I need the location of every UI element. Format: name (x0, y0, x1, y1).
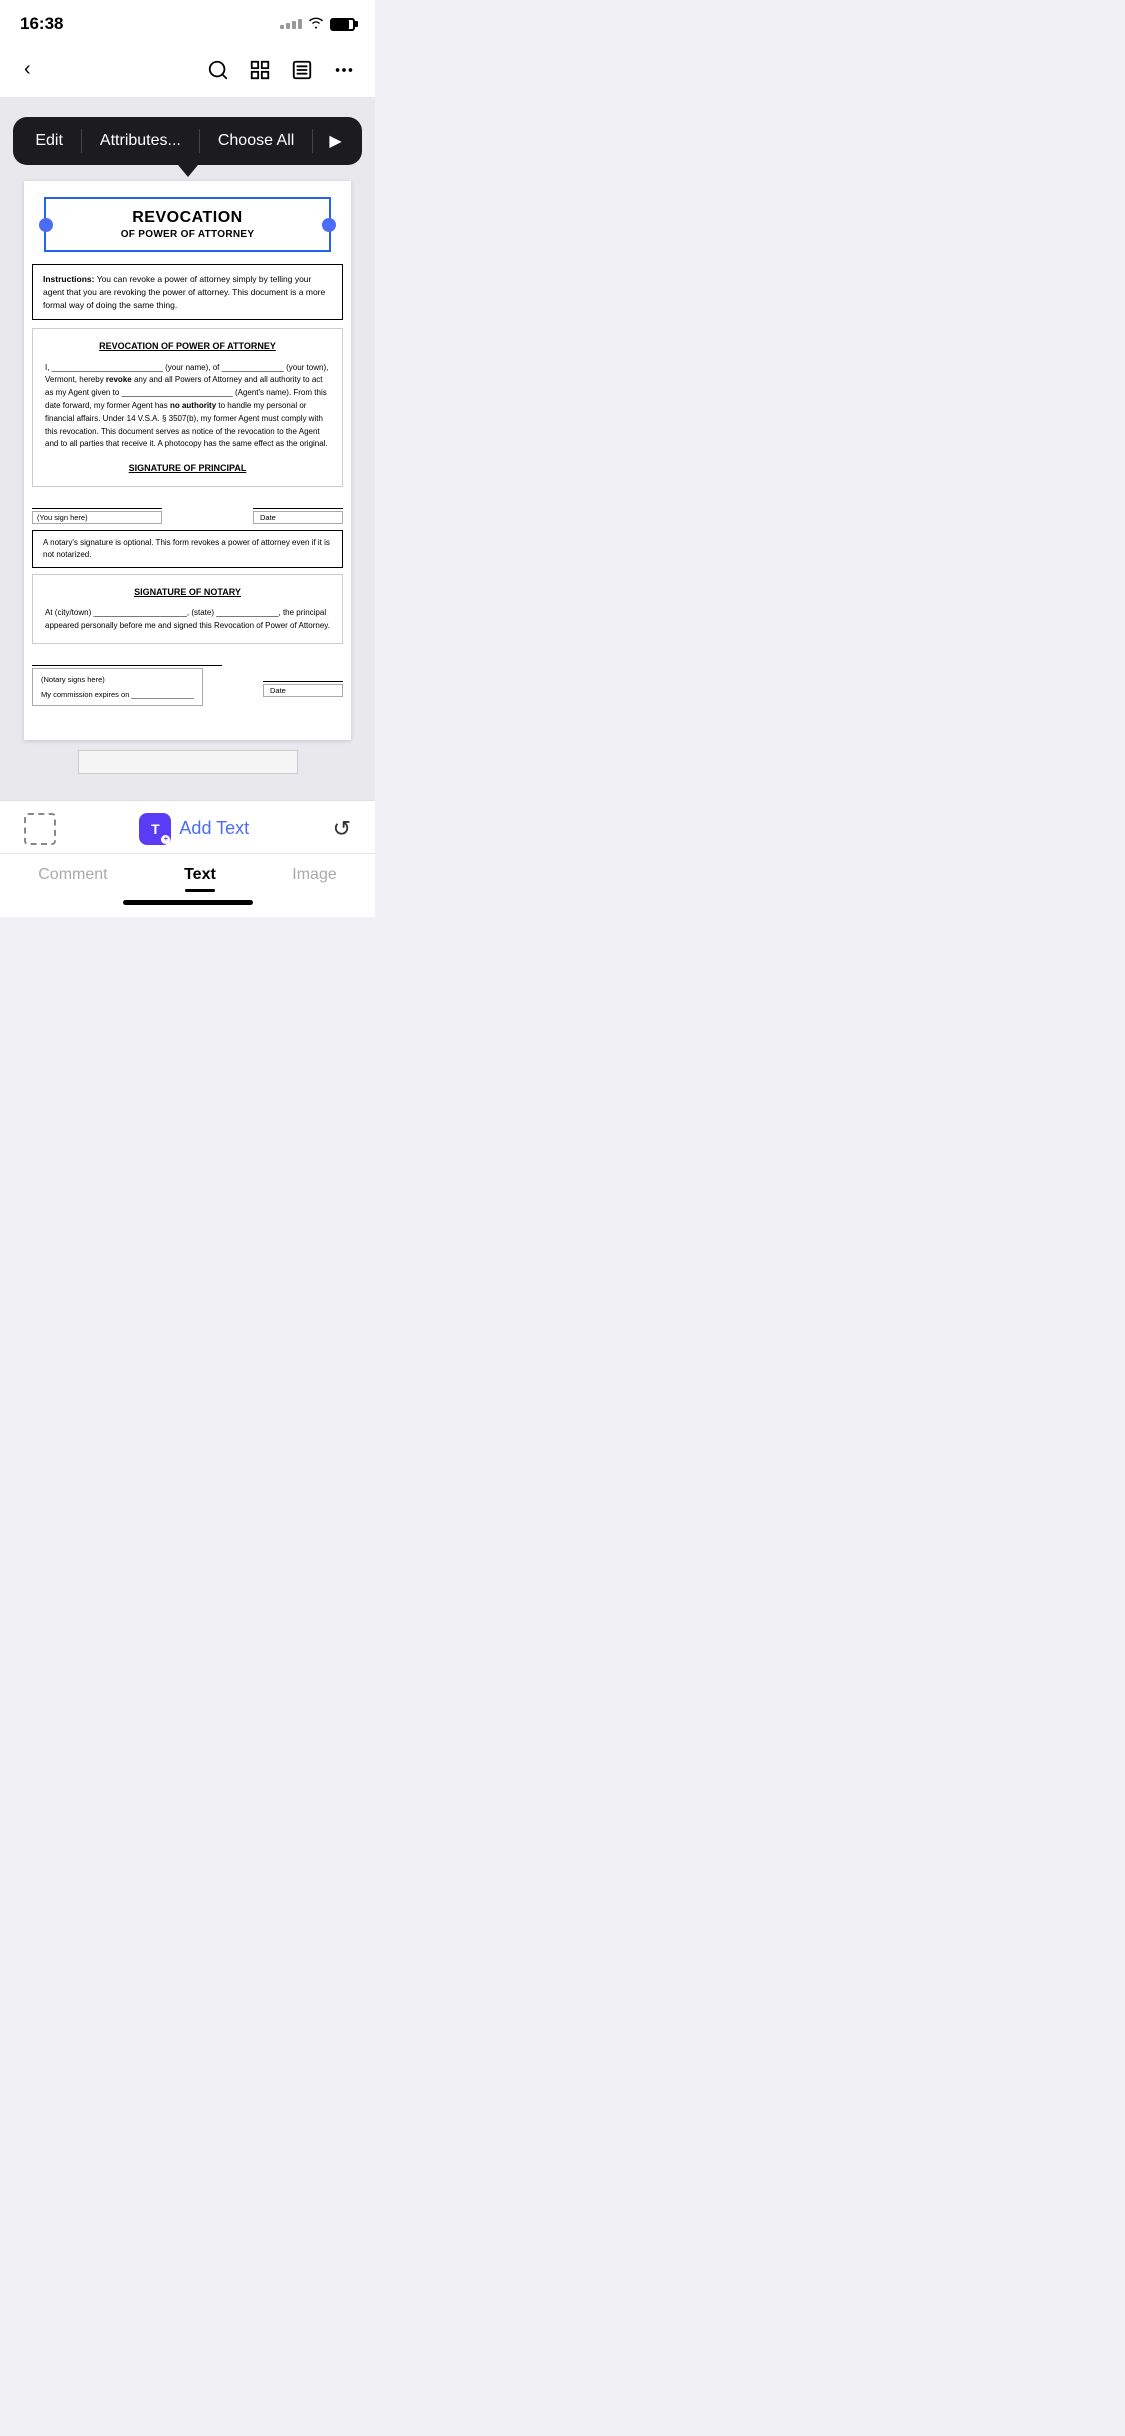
tab-active-indicator (185, 889, 215, 892)
menu-pointer (178, 165, 198, 177)
list-icon (291, 59, 313, 81)
grid-button[interactable] (249, 59, 271, 81)
signal-icon (280, 19, 302, 29)
body-paragraph: I, _________________________ (your name)… (45, 362, 330, 452)
notary-note-box: A notary's signature is optional. This f… (32, 530, 343, 568)
notary-signs-label: (Notary signs here) (41, 675, 194, 684)
wifi-icon (308, 16, 324, 32)
context-menu-area: Edit Attributes... Choose All ▶ REVOCATI… (0, 97, 375, 740)
instructions-box: Instructions: You can revoke a power of … (32, 264, 343, 320)
home-bar (123, 900, 253, 905)
tab-bar: Comment Text Image (0, 853, 375, 892)
document-page: REVOCATION OF POWER OF ATTORNEY Instruct… (24, 181, 351, 740)
add-text-icon-letter: T (151, 822, 160, 836)
main-section-title: REVOCATION OF POWER OF ATTORNEY (45, 339, 330, 353)
more-icon (333, 59, 355, 81)
signature-notary-row: (Notary signs here) My commission expire… (32, 652, 343, 706)
home-indicator (0, 892, 375, 917)
undo-button[interactable]: ↺ (333, 816, 351, 842)
notary-section: SIGNATURE OF NOTARY At (city/town) _____… (32, 574, 343, 644)
doc-bottom-space (24, 710, 351, 740)
document-area: REVOCATION OF POWER OF ATTORNEY Instruct… (16, 177, 359, 740)
add-text-label: Add Text (179, 818, 249, 839)
top-nav: ‹ (0, 42, 375, 97)
commission-expires-label: My commission expires on _______________ (41, 690, 194, 699)
selection-handle-left[interactable] (39, 218, 53, 232)
sig-notary-title: SIGNATURE OF NOTARY (45, 585, 330, 599)
context-menu-edit[interactable]: Edit (17, 118, 81, 164)
notary-note-text: A notary's signature is optional. This f… (43, 538, 330, 559)
battery-icon (330, 18, 355, 31)
add-text-icon: T + (139, 813, 171, 845)
context-menu-attributes[interactable]: Attributes... (82, 118, 199, 164)
next-page-hint (78, 750, 298, 774)
context-menu-choose-all[interactable]: Choose All (200, 118, 313, 164)
status-icons (280, 16, 355, 32)
doc-title-sub: OF POWER OF ATTORNEY (54, 229, 321, 240)
search-button[interactable] (207, 59, 229, 81)
status-time: 16:38 (20, 14, 63, 34)
signature-principal-row: (You sign here) Date (32, 495, 343, 524)
bottom-page-area (0, 740, 375, 800)
date-label-notary: Date (263, 684, 343, 697)
context-menu: Edit Attributes... Choose All ▶ (13, 117, 361, 165)
sig-principal-title: SIGNATURE OF PRINCIPAL (45, 461, 330, 475)
more-button[interactable] (333, 59, 355, 81)
tab-text[interactable]: Text (164, 862, 236, 888)
add-text-button[interactable]: T + Add Text (139, 813, 249, 845)
instructions-label: Instructions: (43, 274, 94, 284)
selection-tool-button[interactable] (24, 813, 56, 845)
search-icon (207, 59, 229, 81)
you-sign-here-label: (You sign here) (32, 511, 162, 524)
selection-handle-right[interactable] (322, 218, 336, 232)
back-button[interactable]: ‹ (20, 54, 35, 85)
context-menu-play[interactable]: ▶ (313, 117, 357, 165)
main-doc-box: REVOCATION OF POWER OF ATTORNEY I, _____… (32, 328, 343, 486)
bottom-toolbar: T + Add Text ↺ (0, 800, 375, 853)
date-label-principal: Date (253, 511, 343, 524)
tab-image[interactable]: Image (272, 862, 356, 888)
cursor-dot: + (161, 835, 170, 844)
status-bar: 16:38 (0, 0, 375, 42)
nav-icons (207, 59, 355, 81)
list-button[interactable] (291, 59, 313, 81)
doc-title-main: REVOCATION (54, 209, 321, 227)
tab-comment[interactable]: Comment (18, 862, 127, 888)
title-selection-box[interactable]: REVOCATION OF POWER OF ATTORNEY (44, 197, 331, 252)
grid-icon (249, 59, 271, 81)
notary-body-text: At (city/town) _____________________, (s… (45, 607, 330, 633)
